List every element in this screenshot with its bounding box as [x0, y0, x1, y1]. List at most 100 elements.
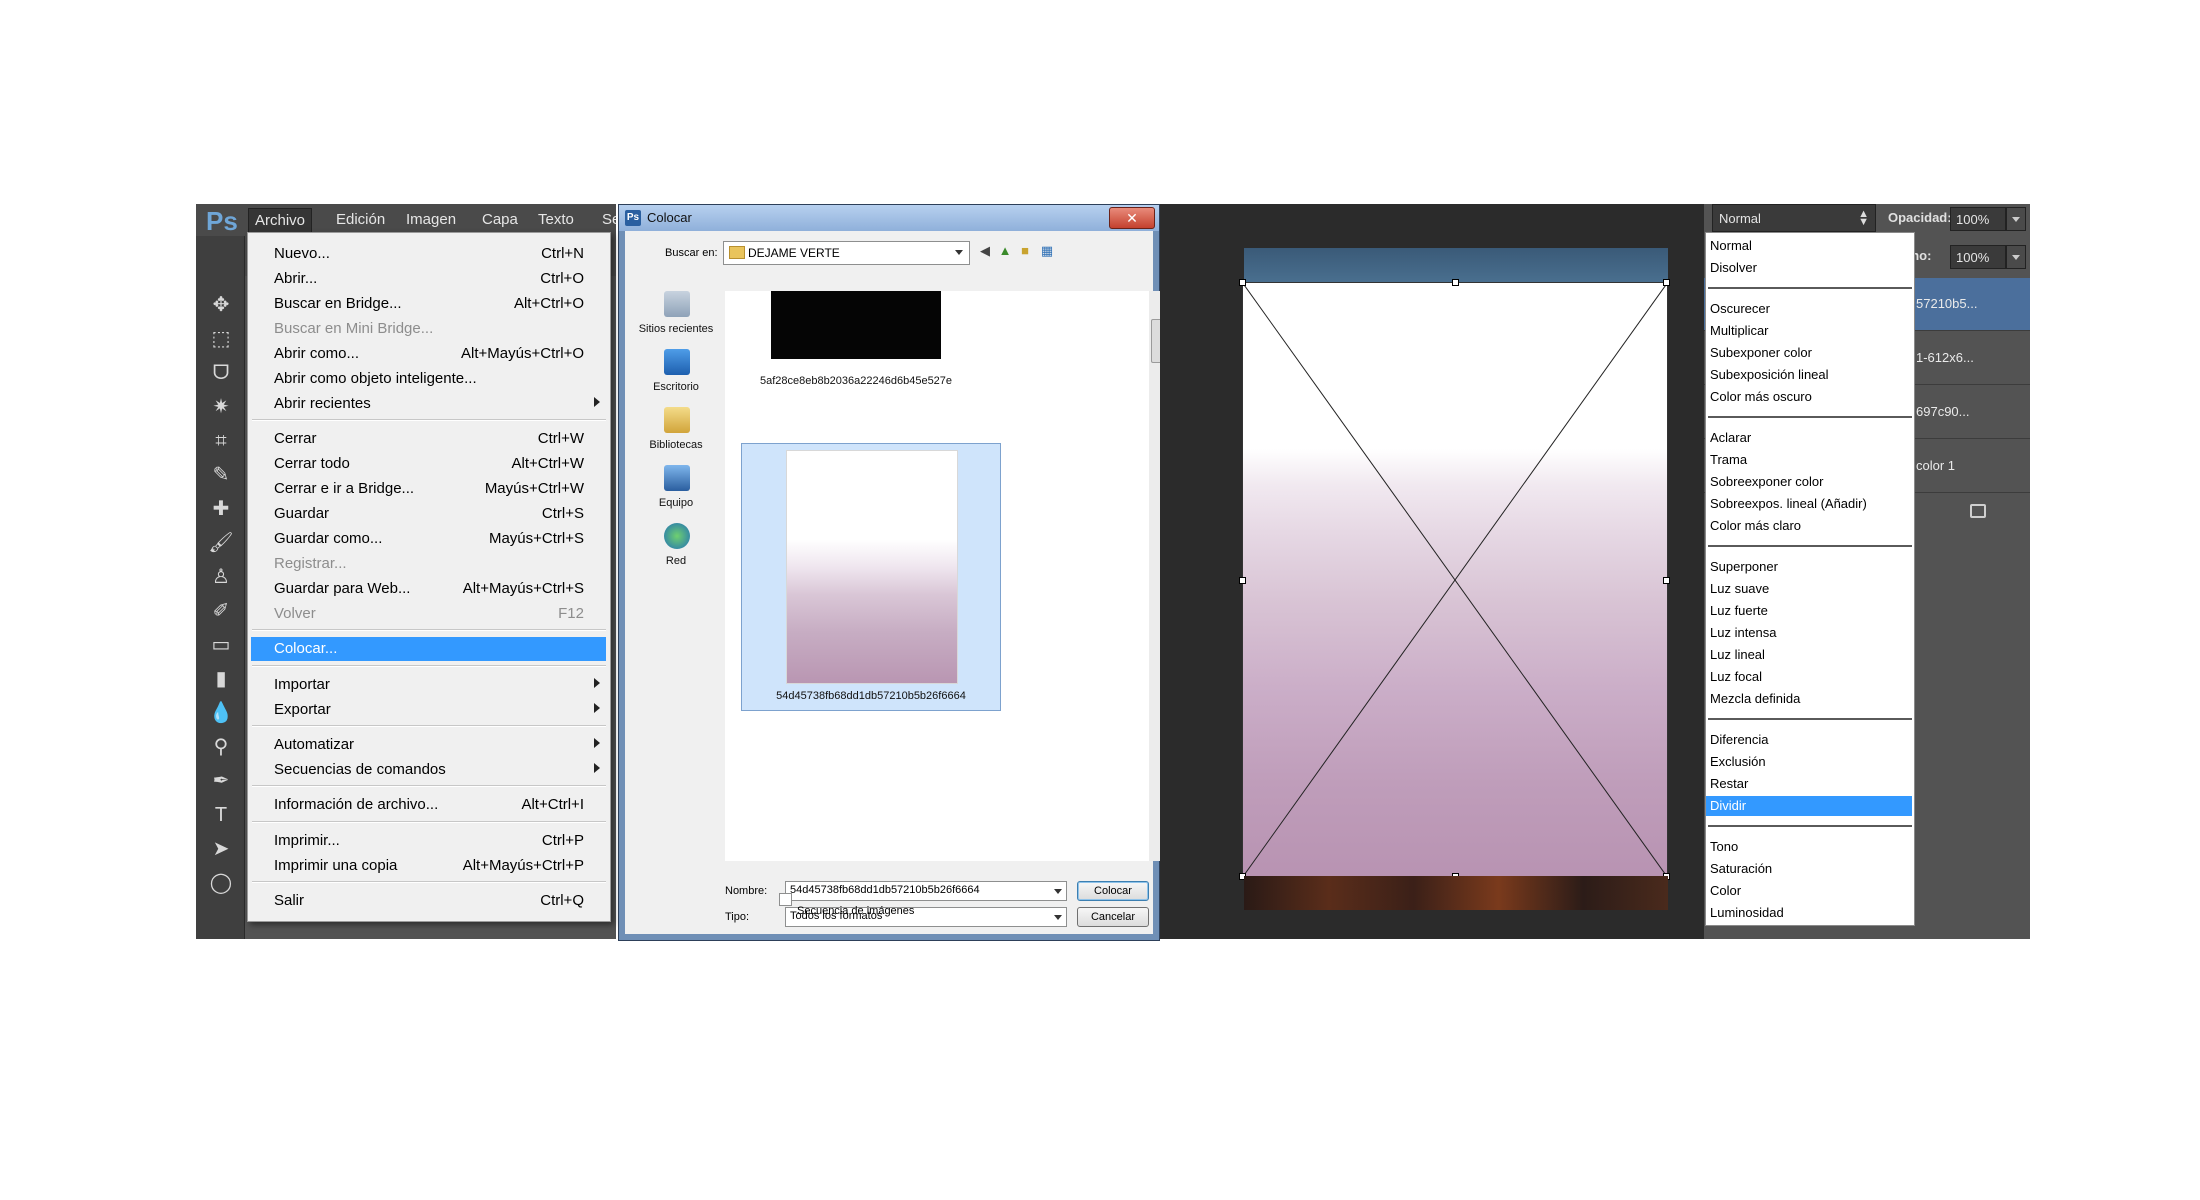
- menu-item-importar[interactable]: Importar: [248, 673, 610, 697]
- blend-option[interactable]: Multiplicar: [1706, 321, 1912, 341]
- dialog-titlebar[interactable]: Ps Colocar ✕: [619, 205, 1159, 231]
- magic-wand-icon[interactable]: ✷: [208, 394, 234, 420]
- transform-handle[interactable]: [1239, 577, 1246, 584]
- transform-handle[interactable]: [1663, 279, 1670, 286]
- fill-dropdown-icon[interactable]: [2006, 245, 2026, 269]
- place-network[interactable]: Red: [633, 523, 719, 579]
- move-tool-icon[interactable]: ✥: [208, 292, 234, 318]
- menu-item-cerrar[interactable]: Cerrar Ctrl+W: [248, 427, 610, 451]
- back-icon[interactable]: ◀: [977, 243, 993, 259]
- menu-item-guardar[interactable]: Guardar Ctrl+S: [248, 502, 610, 526]
- sequence-checkbox[interactable]: [779, 893, 792, 906]
- blend-option[interactable]: Normal: [1706, 236, 1912, 256]
- menu-item-abrir-recientes[interactable]: Abrir recientes: [248, 392, 610, 416]
- menu-item-colocar[interactable]: Colocar...: [251, 637, 606, 661]
- menu-item-imprimir-copia[interactable]: Imprimir una copia Alt+Mayús+Ctrl+P: [248, 854, 610, 878]
- menu-imagen[interactable]: Imagen: [406, 211, 456, 228]
- blend-option[interactable]: Luz focal: [1706, 667, 1912, 687]
- lasso-tool-icon[interactable]: ᗜ: [208, 360, 234, 386]
- menu-texto[interactable]: Texto: [538, 211, 574, 228]
- blend-option[interactable]: Color más oscuro: [1706, 387, 1912, 407]
- view-menu-icon[interactable]: ▦: [1039, 243, 1055, 259]
- marquee-tool-icon[interactable]: ⬚: [208, 326, 234, 352]
- blend-option[interactable]: Color más claro: [1706, 516, 1912, 536]
- ellipse-tool-icon[interactable]: ◯: [208, 870, 234, 896]
- blend-option[interactable]: Saturación: [1706, 859, 1912, 879]
- transform-handle[interactable]: [1452, 279, 1459, 286]
- opacity-dropdown-icon[interactable]: [2006, 207, 2026, 231]
- blend-option[interactable]: Disolver: [1706, 258, 1912, 278]
- transform-handle[interactable]: [1663, 577, 1670, 584]
- blend-option[interactable]: Color: [1706, 881, 1912, 901]
- blend-option[interactable]: Luz fuerte: [1706, 601, 1912, 621]
- place-libraries[interactable]: Bibliotecas: [633, 407, 719, 463]
- path-selection-icon[interactable]: ➤: [208, 836, 234, 862]
- place-button[interactable]: Colocar: [1077, 881, 1149, 901]
- blend-option[interactable]: Aclarar: [1706, 428, 1912, 448]
- gradient-tool-icon[interactable]: ▮: [208, 666, 234, 692]
- file-name-input[interactable]: 54d45738fb68dd1db57210b5b26f6664: [785, 881, 1067, 901]
- dodge-tool-icon[interactable]: ⚲: [208, 734, 234, 760]
- cancel-button[interactable]: Cancelar: [1077, 907, 1149, 927]
- menu-more[interactable]: Se: [602, 211, 616, 228]
- file-name[interactable]: 5af28ce8eb8b2036a22246d6b45e527e: [745, 375, 967, 387]
- blend-option[interactable]: Mezcla definida: [1706, 689, 1912, 709]
- menu-item-nuevo[interactable]: Nuevo... Ctrl+N: [248, 242, 610, 266]
- blend-option[interactable]: Superponer: [1706, 557, 1912, 577]
- blend-option[interactable]: Oscurecer: [1706, 299, 1912, 319]
- type-tool-icon[interactable]: T: [208, 802, 234, 828]
- placed-image[interactable]: [1239, 279, 1670, 880]
- place-recent[interactable]: Sitios recientes: [633, 291, 719, 347]
- brush-tool-icon[interactable]: 🖌: [208, 530, 234, 556]
- history-brush-icon[interactable]: ✐: [208, 598, 234, 624]
- file-item-selected[interactable]: 54d45738fb68dd1db57210b5b26f6664: [741, 443, 1001, 711]
- crop-tool-icon[interactable]: ⌗: [208, 428, 234, 454]
- new-folder-icon[interactable]: ■: [1017, 243, 1033, 259]
- file-thumbnail[interactable]: [771, 291, 941, 359]
- fill-input[interactable]: 100%: [1950, 245, 2006, 269]
- blend-option[interactable]: Sobreexpos. lineal (Añadir): [1706, 494, 1912, 514]
- blend-option[interactable]: Luz lineal: [1706, 645, 1912, 665]
- opacity-input[interactable]: 100%: [1950, 207, 2006, 231]
- eraser-icon[interactable]: ▭: [208, 632, 234, 658]
- blend-option[interactable]: Restar: [1706, 774, 1912, 794]
- look-in-select[interactable]: DEJAME VERTE: [723, 241, 970, 265]
- menu-item-exportar[interactable]: Exportar: [248, 698, 610, 722]
- blend-option[interactable]: Diferencia: [1706, 730, 1912, 750]
- menu-item-imprimir[interactable]: Imprimir... Ctrl+P: [248, 829, 610, 853]
- healing-brush-icon[interactable]: ✚: [208, 496, 234, 522]
- pen-tool-icon[interactable]: ✒: [208, 768, 234, 794]
- menu-archivo[interactable]: Archivo: [248, 208, 313, 233]
- blend-option[interactable]: Subexposición lineal: [1706, 365, 1912, 385]
- blend-mode-select[interactable]: Normal ▲ ▼: [1712, 204, 1876, 232]
- menu-item-abrir-como[interactable]: Abrir como... Alt+Mayús+Ctrl+O: [248, 342, 610, 366]
- menu-capa[interactable]: Capa: [482, 211, 518, 228]
- blend-option[interactable]: Trama: [1706, 450, 1912, 470]
- close-icon[interactable]: ✕: [1109, 207, 1155, 229]
- menu-item-abrir-objeto-inteligente[interactable]: Abrir como objeto inteligente...: [248, 367, 610, 391]
- menu-item-abrir[interactable]: Abrir... Ctrl+O: [248, 267, 610, 291]
- blur-tool-icon[interactable]: 💧: [208, 700, 234, 726]
- blend-option-selected[interactable]: Dividir: [1706, 796, 1912, 816]
- up-folder-icon[interactable]: ▲: [997, 243, 1013, 259]
- menu-item-secuencias[interactable]: Secuencias de comandos: [248, 758, 610, 782]
- blend-option[interactable]: Subexponer color: [1706, 343, 1912, 363]
- eyedropper-icon[interactable]: ✎: [208, 462, 234, 488]
- menu-item-informacion-archivo[interactable]: Información de archivo... Alt+Ctrl+I: [248, 793, 610, 817]
- blend-option[interactable]: Sobreexponer color: [1706, 472, 1912, 492]
- menu-edicion[interactable]: Edición: [336, 211, 385, 228]
- menu-item-guardar-como[interactable]: Guardar como... Mayús+Ctrl+S: [248, 527, 610, 551]
- menu-item-cerrar-ir-bridge[interactable]: Cerrar e ir a Bridge... Mayús+Ctrl+W: [248, 477, 610, 501]
- menu-item-cerrar-todo[interactable]: Cerrar todo Alt+Ctrl+W: [248, 452, 610, 476]
- place-computer[interactable]: Equipo: [633, 465, 719, 521]
- menu-item-salir[interactable]: Salir Ctrl+Q: [248, 889, 610, 913]
- menu-item-automatizar[interactable]: Automatizar: [248, 733, 610, 757]
- menu-item-buscar-bridge[interactable]: Buscar en Bridge... Alt+Ctrl+O: [248, 292, 610, 316]
- blend-option[interactable]: Exclusión: [1706, 752, 1912, 772]
- blend-option[interactable]: Luz intensa: [1706, 623, 1912, 643]
- stamp-tool-icon[interactable]: ♙: [208, 564, 234, 590]
- blend-option[interactable]: Luminosidad: [1706, 903, 1912, 923]
- blend-option[interactable]: Tono: [1706, 837, 1912, 857]
- place-desktop[interactable]: Escritorio: [633, 349, 719, 405]
- transform-handle[interactable]: [1239, 279, 1246, 286]
